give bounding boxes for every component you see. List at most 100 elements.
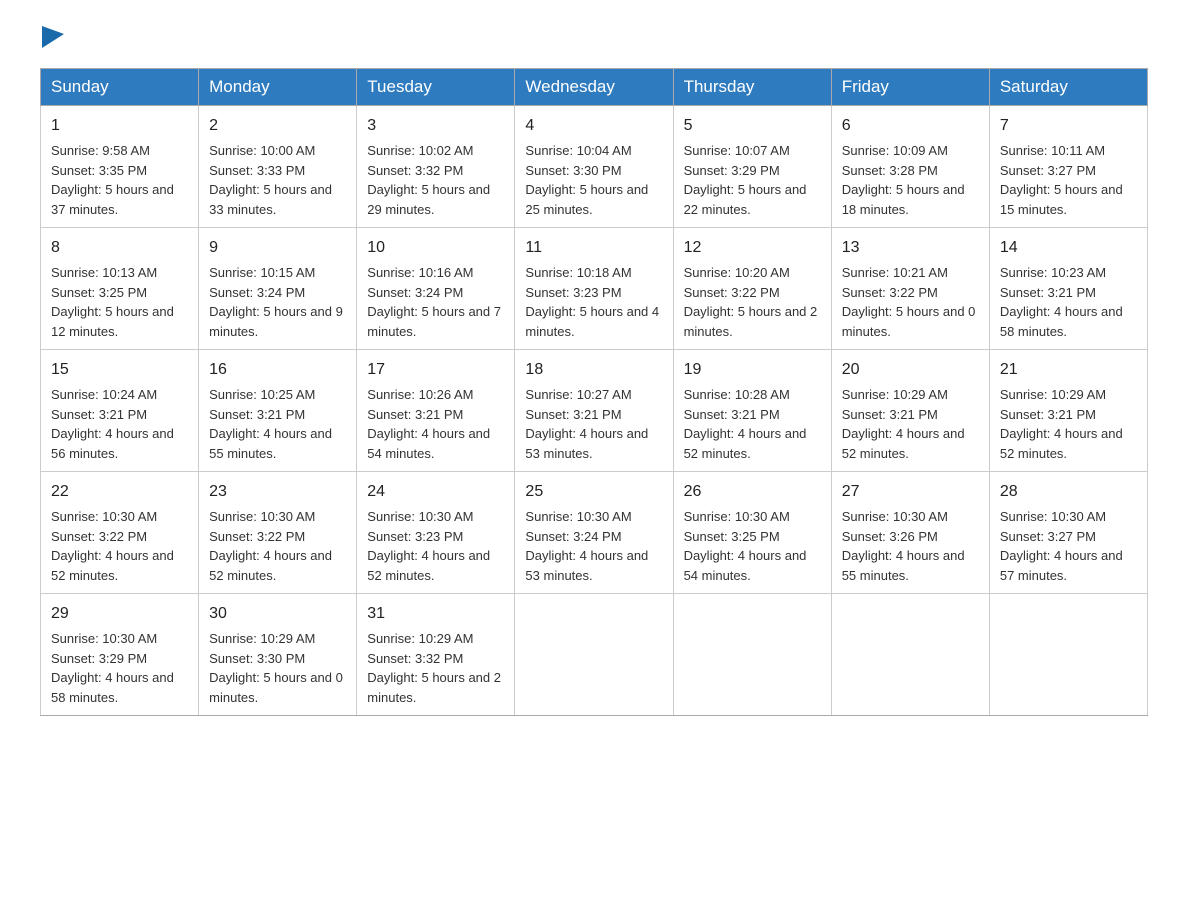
day-number: 5 [684, 114, 821, 138]
day-number: 7 [1000, 114, 1137, 138]
day-info: Sunrise: 10:25 AMSunset: 3:21 PMDaylight… [209, 387, 332, 461]
day-info: Sunrise: 10:30 AMSunset: 3:22 PMDaylight… [51, 509, 174, 583]
day-info: Sunrise: 10:02 AMSunset: 3:32 PMDaylight… [367, 143, 490, 217]
day-number: 27 [842, 480, 979, 504]
calendar-day-cell: 17 Sunrise: 10:26 AMSunset: 3:21 PMDayli… [357, 350, 515, 472]
day-info: Sunrise: 10:11 AMSunset: 3:27 PMDaylight… [1000, 143, 1123, 217]
day-number: 29 [51, 602, 188, 626]
calendar-table: SundayMondayTuesdayWednesdayThursdayFrid… [40, 68, 1148, 716]
calendar-day-cell: 1 Sunrise: 9:58 AMSunset: 3:35 PMDayligh… [41, 106, 199, 228]
day-info: Sunrise: 10:26 AMSunset: 3:21 PMDaylight… [367, 387, 490, 461]
logo-arrow-icon [42, 26, 64, 48]
calendar-week-row: 8 Sunrise: 10:13 AMSunset: 3:25 PMDaylig… [41, 228, 1148, 350]
day-info: Sunrise: 10:28 AMSunset: 3:21 PMDaylight… [684, 387, 807, 461]
day-info: Sunrise: 10:21 AMSunset: 3:22 PMDaylight… [842, 265, 976, 339]
empty-cell [673, 594, 831, 716]
calendar-day-cell: 3 Sunrise: 10:02 AMSunset: 3:32 PMDaylig… [357, 106, 515, 228]
calendar-week-row: 1 Sunrise: 9:58 AMSunset: 3:35 PMDayligh… [41, 106, 1148, 228]
empty-cell [831, 594, 989, 716]
day-number: 25 [525, 480, 662, 504]
calendar-day-cell: 7 Sunrise: 10:11 AMSunset: 3:27 PMDaylig… [989, 106, 1147, 228]
day-number: 21 [1000, 358, 1137, 382]
calendar-day-cell: 10 Sunrise: 10:16 AMSunset: 3:24 PMDayli… [357, 228, 515, 350]
calendar-day-cell: 6 Sunrise: 10:09 AMSunset: 3:28 PMDaylig… [831, 106, 989, 228]
empty-cell [989, 594, 1147, 716]
day-info: Sunrise: 10:07 AMSunset: 3:29 PMDaylight… [684, 143, 807, 217]
day-number: 2 [209, 114, 346, 138]
calendar-day-cell: 4 Sunrise: 10:04 AMSunset: 3:30 PMDaylig… [515, 106, 673, 228]
day-of-week-header: Friday [831, 69, 989, 106]
day-number: 12 [684, 236, 821, 260]
calendar-day-cell: 27 Sunrise: 10:30 AMSunset: 3:26 PMDayli… [831, 472, 989, 594]
calendar-day-cell: 21 Sunrise: 10:29 AMSunset: 3:21 PMDayli… [989, 350, 1147, 472]
calendar-day-cell: 14 Sunrise: 10:23 AMSunset: 3:21 PMDayli… [989, 228, 1147, 350]
calendar-day-cell: 9 Sunrise: 10:15 AMSunset: 3:24 PMDaylig… [199, 228, 357, 350]
day-number: 8 [51, 236, 188, 260]
calendar-day-cell: 24 Sunrise: 10:30 AMSunset: 3:23 PMDayli… [357, 472, 515, 594]
calendar-day-cell: 20 Sunrise: 10:29 AMSunset: 3:21 PMDayli… [831, 350, 989, 472]
day-info: Sunrise: 10:29 AMSunset: 3:21 PMDaylight… [842, 387, 965, 461]
day-number: 22 [51, 480, 188, 504]
day-number: 19 [684, 358, 821, 382]
calendar-day-cell: 31 Sunrise: 10:29 AMSunset: 3:32 PMDayli… [357, 594, 515, 716]
day-of-week-header: Saturday [989, 69, 1147, 106]
day-of-week-header: Monday [199, 69, 357, 106]
day-of-week-header: Sunday [41, 69, 199, 106]
calendar-day-cell: 2 Sunrise: 10:00 AMSunset: 3:33 PMDaylig… [199, 106, 357, 228]
day-number: 14 [1000, 236, 1137, 260]
day-number: 17 [367, 358, 504, 382]
day-info: Sunrise: 10:30 AMSunset: 3:25 PMDaylight… [684, 509, 807, 583]
day-info: Sunrise: 10:00 AMSunset: 3:33 PMDaylight… [209, 143, 332, 217]
day-number: 9 [209, 236, 346, 260]
day-number: 3 [367, 114, 504, 138]
day-of-week-header: Tuesday [357, 69, 515, 106]
empty-cell [515, 594, 673, 716]
calendar-day-cell: 18 Sunrise: 10:27 AMSunset: 3:21 PMDayli… [515, 350, 673, 472]
calendar-day-cell: 12 Sunrise: 10:20 AMSunset: 3:22 PMDayli… [673, 228, 831, 350]
day-info: Sunrise: 10:30 AMSunset: 3:26 PMDaylight… [842, 509, 965, 583]
day-info: Sunrise: 10:29 AMSunset: 3:21 PMDaylight… [1000, 387, 1123, 461]
day-number: 6 [842, 114, 979, 138]
day-info: Sunrise: 10:27 AMSunset: 3:21 PMDaylight… [525, 387, 648, 461]
calendar-header-row: SundayMondayTuesdayWednesdayThursdayFrid… [41, 69, 1148, 106]
day-number: 1 [51, 114, 188, 138]
day-of-week-header: Thursday [673, 69, 831, 106]
calendar-day-cell: 25 Sunrise: 10:30 AMSunset: 3:24 PMDayli… [515, 472, 673, 594]
day-number: 10 [367, 236, 504, 260]
calendar-day-cell: 19 Sunrise: 10:28 AMSunset: 3:21 PMDayli… [673, 350, 831, 472]
day-info: Sunrise: 10:04 AMSunset: 3:30 PMDaylight… [525, 143, 648, 217]
page-header [40, 30, 1148, 48]
day-info: Sunrise: 10:30 AMSunset: 3:29 PMDaylight… [51, 631, 174, 705]
calendar-day-cell: 30 Sunrise: 10:29 AMSunset: 3:30 PMDayli… [199, 594, 357, 716]
calendar-day-cell: 15 Sunrise: 10:24 AMSunset: 3:21 PMDayli… [41, 350, 199, 472]
day-info: Sunrise: 10:30 AMSunset: 3:24 PMDaylight… [525, 509, 648, 583]
day-info: Sunrise: 10:20 AMSunset: 3:22 PMDaylight… [684, 265, 818, 339]
calendar-week-row: 22 Sunrise: 10:30 AMSunset: 3:22 PMDayli… [41, 472, 1148, 594]
day-info: Sunrise: 10:29 AMSunset: 3:32 PMDaylight… [367, 631, 501, 705]
calendar-day-cell: 29 Sunrise: 10:30 AMSunset: 3:29 PMDayli… [41, 594, 199, 716]
day-info: Sunrise: 10:13 AMSunset: 3:25 PMDaylight… [51, 265, 174, 339]
day-info: Sunrise: 9:58 AMSunset: 3:35 PMDaylight:… [51, 143, 174, 217]
day-number: 16 [209, 358, 346, 382]
day-info: Sunrise: 10:18 AMSunset: 3:23 PMDaylight… [525, 265, 659, 339]
day-number: 30 [209, 602, 346, 626]
calendar-day-cell: 8 Sunrise: 10:13 AMSunset: 3:25 PMDaylig… [41, 228, 199, 350]
day-info: Sunrise: 10:30 AMSunset: 3:23 PMDaylight… [367, 509, 490, 583]
day-number: 31 [367, 602, 504, 626]
day-info: Sunrise: 10:30 AMSunset: 3:22 PMDaylight… [209, 509, 332, 583]
day-info: Sunrise: 10:15 AMSunset: 3:24 PMDaylight… [209, 265, 343, 339]
calendar-day-cell: 26 Sunrise: 10:30 AMSunset: 3:25 PMDayli… [673, 472, 831, 594]
calendar-day-cell: 5 Sunrise: 10:07 AMSunset: 3:29 PMDaylig… [673, 106, 831, 228]
day-info: Sunrise: 10:09 AMSunset: 3:28 PMDaylight… [842, 143, 965, 217]
day-of-week-header: Wednesday [515, 69, 673, 106]
day-info: Sunrise: 10:23 AMSunset: 3:21 PMDaylight… [1000, 265, 1123, 339]
calendar-day-cell: 13 Sunrise: 10:21 AMSunset: 3:22 PMDayli… [831, 228, 989, 350]
calendar-day-cell: 22 Sunrise: 10:30 AMSunset: 3:22 PMDayli… [41, 472, 199, 594]
day-number: 23 [209, 480, 346, 504]
day-info: Sunrise: 10:16 AMSunset: 3:24 PMDaylight… [367, 265, 501, 339]
calendar-day-cell: 28 Sunrise: 10:30 AMSunset: 3:27 PMDayli… [989, 472, 1147, 594]
calendar-day-cell: 16 Sunrise: 10:25 AMSunset: 3:21 PMDayli… [199, 350, 357, 472]
day-number: 20 [842, 358, 979, 382]
day-number: 15 [51, 358, 188, 382]
day-info: Sunrise: 10:29 AMSunset: 3:30 PMDaylight… [209, 631, 343, 705]
